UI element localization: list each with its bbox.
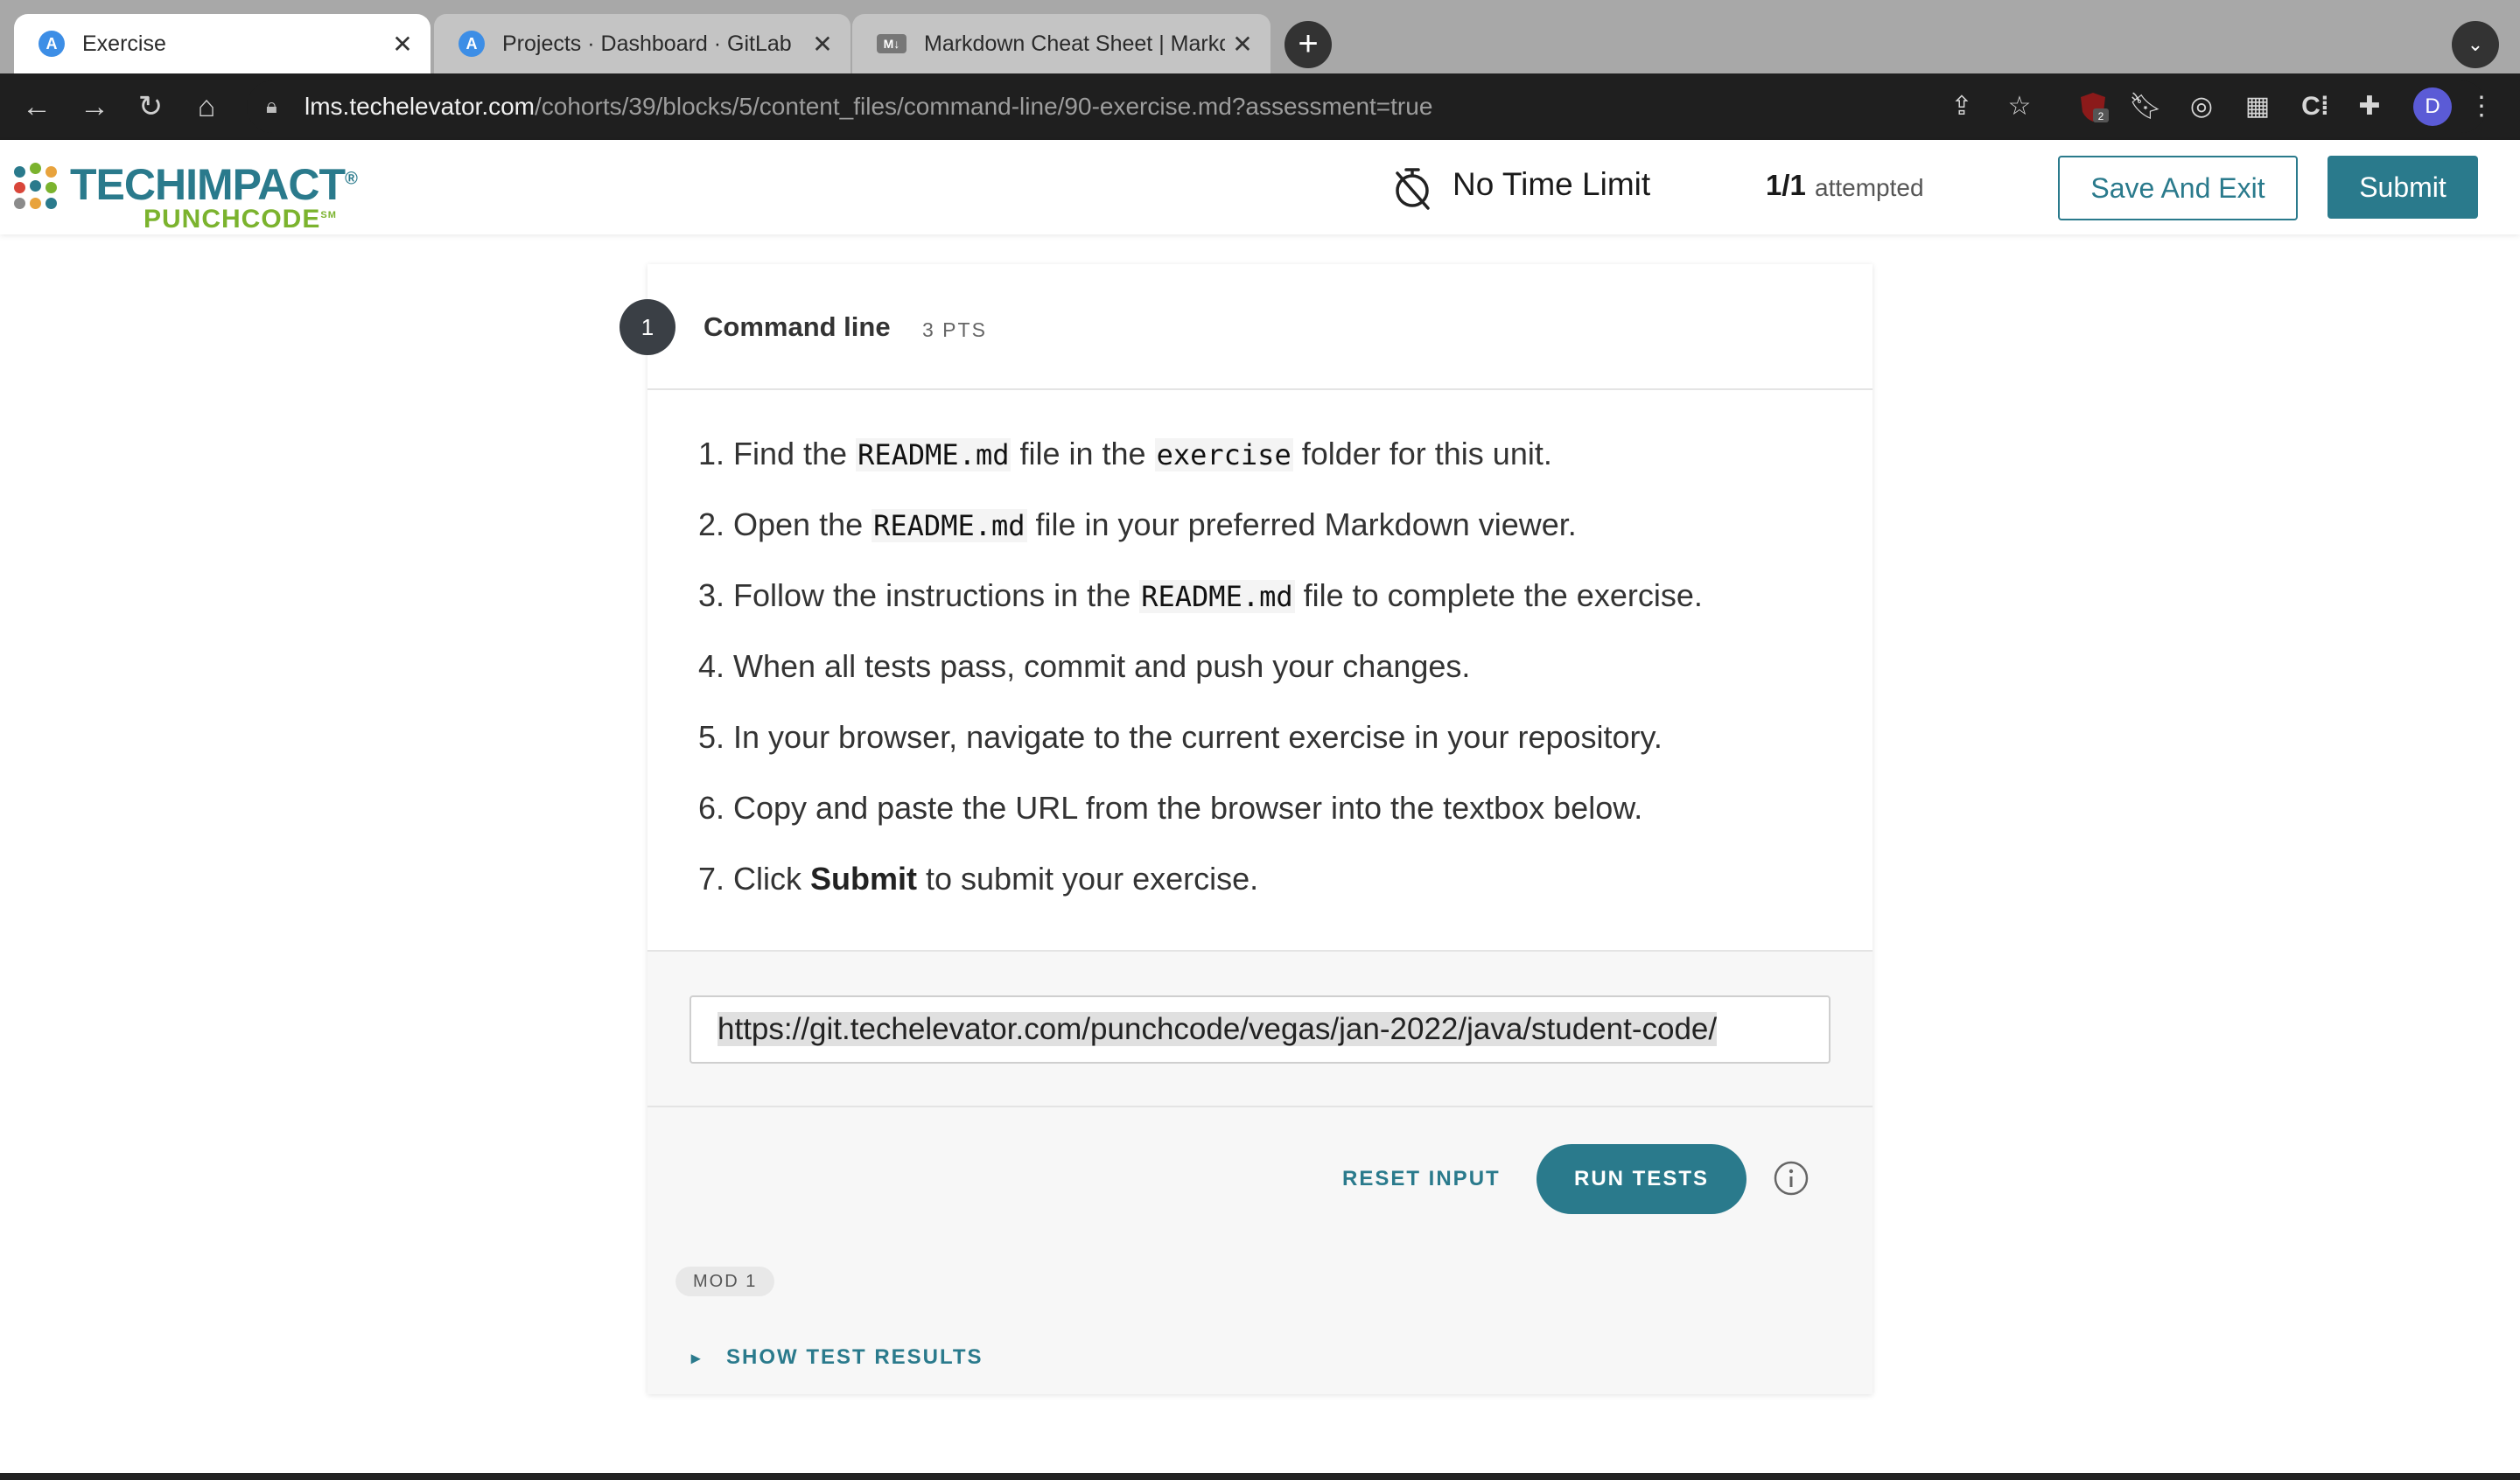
instruction-step: 3. Follow the instructions in the README.… <box>697 577 1703 613</box>
attempt-label: attempted <box>1815 174 1924 201</box>
question-title: Command line <box>704 311 891 342</box>
bookmark-star-icon[interactable]: ☆ <box>2002 89 2037 124</box>
app-header: TECHIMPACT® PUNCHCODESM No Time Limit 1/… <box>0 140 2520 234</box>
reload-icon[interactable]: ↻ <box>124 73 177 140</box>
logo-punchcode-text: PUNCHCODESM <box>144 205 337 234</box>
bookmark-extension-icon[interactable]: 🔖︎ <box>2128 89 2163 124</box>
address-url: lms.techelevator.com/cohorts/39/blocks/5… <box>304 80 1432 133</box>
code-extension-icon[interactable]: C⁞ <box>2298 89 2333 124</box>
target-extension-icon[interactable]: ◎ <box>2184 89 2219 124</box>
lock-icon: 🔒︎ <box>266 94 277 118</box>
close-tab-icon[interactable]: ✕ <box>805 30 840 59</box>
instruction-step: 5. In your browser, navigate to the curre… <box>697 719 1662 755</box>
module-tag: MOD 1 <box>676 1267 775 1296</box>
tab-gitlab-projects[interactable]: A Projects · Dashboard · GitLab ✕ <box>434 14 850 73</box>
browser-tab-strip: A Exercise ✕ A Projects · Dashboard · Gi… <box>0 0 2520 73</box>
browser-toolbar: ← → ↻ ⌂ 🔒︎ lms.techelevator.com/cohorts/… <box>0 73 2520 140</box>
puzzle-extensions-icon[interactable]: ✚ <box>2352 89 2387 124</box>
tab-title: Markdown Cheat Sheet | Markd <box>924 31 1225 56</box>
app-favicon-icon: A <box>458 31 485 57</box>
url-host: lms.techelevator.com <box>304 93 535 120</box>
time-limit-label: No Time Limit <box>1452 166 1651 202</box>
logo-dots-icon <box>14 163 66 215</box>
question-number-badge: 1 <box>620 299 676 355</box>
run-tests-button[interactable]: RUN TESTS <box>1536 1144 1746 1214</box>
answer-url-value: https://git.techelevator.com/punchcode/v… <box>718 1012 1718 1046</box>
answer-region: https://git.techelevator.com/punchcode/v… <box>648 950 1872 1394</box>
sheets-extension-icon[interactable]: ▦ <box>2240 89 2275 124</box>
submit-button[interactable]: Submit <box>2328 156 2478 219</box>
timer-off-icon <box>1396 168 1430 210</box>
url-path: /cohorts/39/blocks/5/content_files/comma… <box>535 93 1433 120</box>
logo-techimpact-text: TECHIMPACT® <box>70 160 358 209</box>
forward-arrow-icon[interactable]: → <box>68 73 121 140</box>
tab-search-chevron-icon[interactable]: ⌄ <box>2452 21 2499 68</box>
techimpact-punchcode-logo[interactable]: TECHIMPACT® PUNCHCODESM <box>14 154 382 234</box>
profile-avatar[interactable]: D <box>2413 87 2452 126</box>
tab-exercise[interactable]: A Exercise ✕ <box>14 14 430 73</box>
tab-title: Exercise <box>82 31 166 56</box>
divider <box>648 388 1872 390</box>
attempt-count: 1/1 <box>1766 169 1806 201</box>
ublock-extension-icon[interactable]: 2 <box>2076 89 2110 124</box>
instruction-step: 4. When all tests pass, commit and push y… <box>697 648 1471 684</box>
browser-menu-kebab-icon[interactable]: ⋮ <box>2464 89 2499 124</box>
close-tab-icon[interactable]: ✕ <box>1225 30 1260 59</box>
instruction-step: 2. Open the README.md file in your prefer… <box>697 506 1577 542</box>
instruction-step: 7. Click Submit to submit your exercise. <box>697 861 1259 897</box>
markdown-favicon-icon: M↓ <box>877 34 906 53</box>
instruction-step: 1. Find the README.md file in the exercis… <box>697 436 1552 471</box>
show-test-results-label: SHOW TEST RESULTS <box>726 1345 984 1369</box>
instruction-list: 1. Find the README.md file in the exercis… <box>690 436 1853 932</box>
question-points: 3 PTS <box>922 318 987 341</box>
divider <box>648 950 1872 952</box>
reset-input-button[interactable]: RESET INPUT <box>1342 1167 1501 1191</box>
answer-url-input[interactable]: https://git.techelevator.com/punchcode/v… <box>690 995 1830 1064</box>
extension-badge-count: 2 <box>2098 110 2104 122</box>
tab-markdown-cheat-sheet[interactable]: M↓ Markdown Cheat Sheet | Markd ✕ <box>852 14 1270 73</box>
info-icon[interactable] <box>1773 1160 1810 1197</box>
divider <box>648 1106 1872 1107</box>
new-tab-plus-icon[interactable]: + <box>1284 21 1332 68</box>
show-test-results-toggle[interactable]: ▸ SHOW TEST RESULTS <box>691 1345 984 1370</box>
question-card: 1 Command line 3 PTS 1. Find the README.m… <box>620 264 1872 1394</box>
save-and-exit-button[interactable]: Save And Exit <box>2058 156 2298 220</box>
home-icon[interactable]: ⌂ <box>180 73 233 140</box>
close-tab-icon[interactable]: ✕ <box>385 30 420 59</box>
instruction-step: 6. Copy and paste the URL from the browse… <box>697 790 1643 826</box>
caret-right-icon: ▸ <box>691 1349 703 1368</box>
back-arrow-icon[interactable]: ← <box>10 73 63 140</box>
tab-title: Projects · Dashboard · GitLab <box>502 31 792 56</box>
share-icon[interactable]: ⇪ <box>1944 89 1979 124</box>
window-bottom-edge <box>0 1473 2520 1480</box>
app-favicon-icon: A <box>38 31 65 57</box>
